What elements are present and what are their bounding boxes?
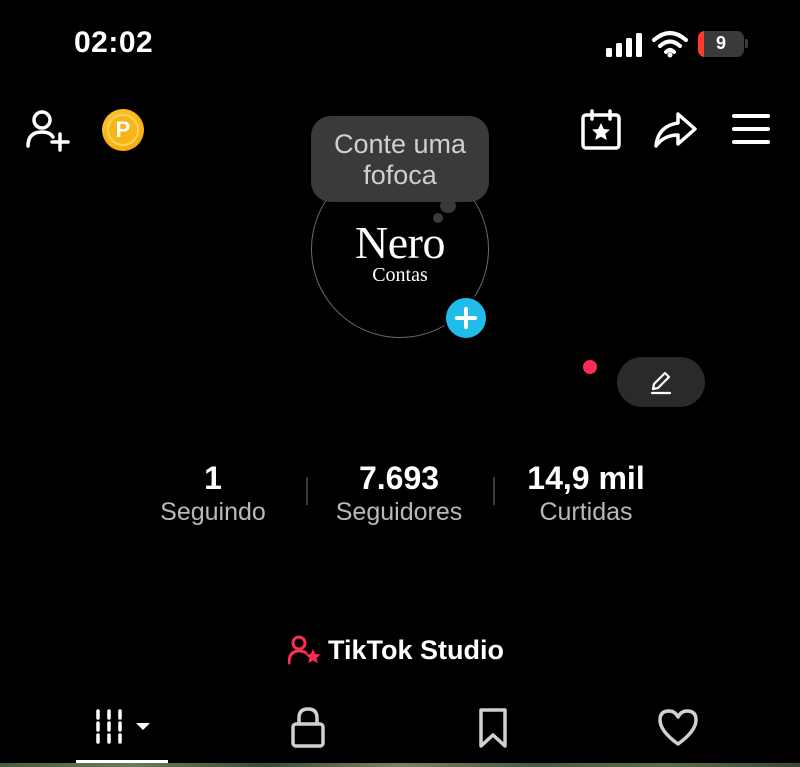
calendar-star-icon[interactable] [579, 108, 623, 152]
stat-divider [493, 477, 495, 505]
heart-icon [658, 709, 698, 746]
stat-value: 1 [204, 460, 222, 496]
stat-value: 14,9 mil [527, 460, 645, 496]
pencil-icon [650, 371, 672, 395]
cellular-signal-icon [606, 33, 644, 57]
coin-letter: P [107, 114, 139, 146]
stat-value: 7.693 [358, 460, 440, 496]
note-bubble[interactable]: Conte uma fofoca [311, 116, 489, 202]
avatar-logo-text: Nero [355, 217, 445, 268]
status-time: 02:02 [74, 26, 154, 59]
coin-icon[interactable]: P [102, 109, 144, 151]
bookmark-icon [479, 708, 507, 748]
stat-followers[interactable]: 7.693 Seguidores [309, 460, 489, 528]
tab-favorites[interactable] [476, 706, 510, 750]
video-thumbnails-edge [0, 763, 800, 767]
wifi-icon [652, 31, 688, 58]
tab-liked[interactable] [657, 706, 699, 750]
stat-label: Seguidores [335, 498, 463, 526]
edit-profile-button[interactable] [617, 357, 705, 407]
person-star-icon [288, 635, 321, 665]
lock-icon [291, 707, 325, 748]
stat-likes[interactable]: 14,9 mil Curtidas [496, 460, 676, 528]
battery-tip [745, 39, 748, 48]
notification-dot [583, 360, 597, 374]
tiktok-studio-label: TikTok Studio [328, 634, 505, 665]
menu-icon[interactable] [731, 112, 771, 146]
stat-label: Curtidas [539, 498, 633, 526]
stat-following[interactable]: 1 Seguindo [123, 460, 303, 528]
stat-label: Seguindo [160, 498, 266, 526]
add-friend-icon[interactable] [24, 108, 72, 152]
stat-divider [306, 477, 308, 505]
bubble-tail-small [433, 213, 443, 223]
tab-private[interactable] [289, 706, 327, 750]
tiktok-studio-link[interactable]: TikTok Studio [288, 632, 504, 668]
grid-dropdown-icon [96, 709, 150, 744]
battery-icon: 9 [698, 31, 744, 57]
battery-level: 9 [715, 33, 726, 53]
avatar-logo-subtext: Contas [372, 264, 428, 286]
add-story-button[interactable] [443, 295, 489, 341]
share-icon[interactable] [652, 108, 698, 152]
tab-videos[interactable] [92, 706, 156, 750]
plus-icon [455, 307, 477, 329]
